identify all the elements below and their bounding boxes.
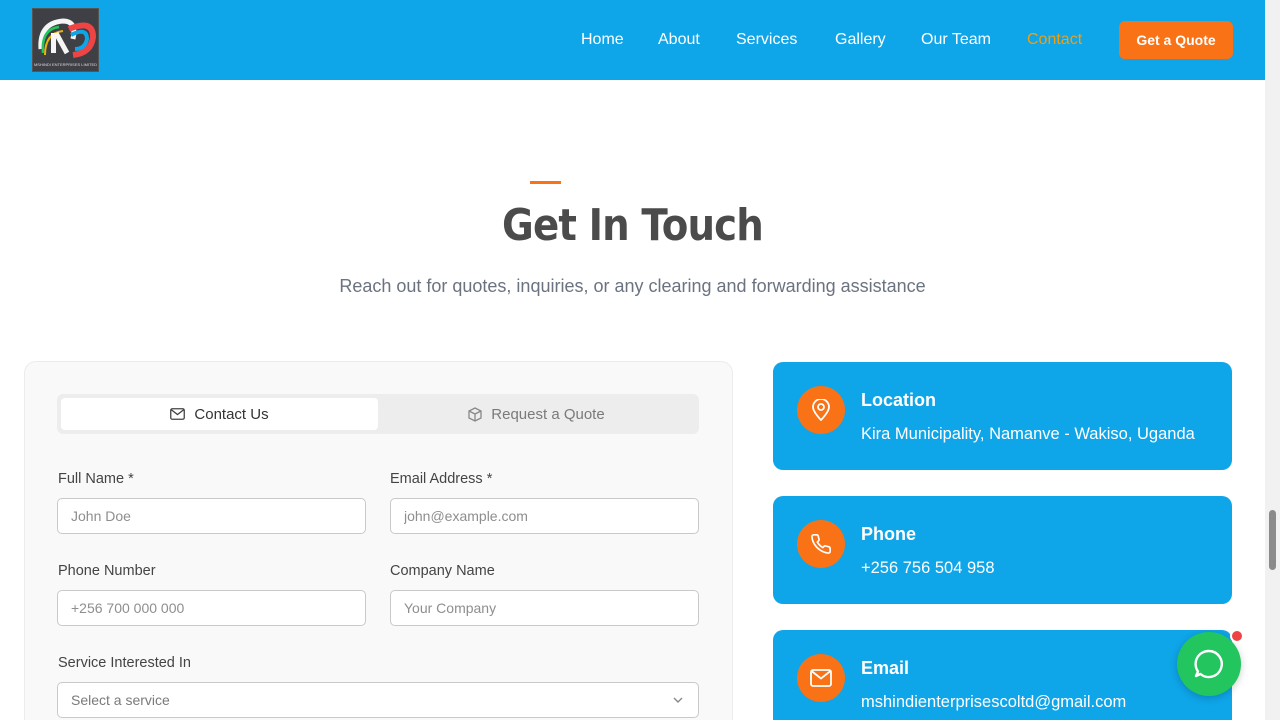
nav-link-contact[interactable]: Contact — [1027, 31, 1082, 49]
location-title: Location — [861, 390, 936, 410]
chat-bubble-icon — [1194, 649, 1223, 679]
logo-caption: MSHINDI ENTERPRISES LIMITED — [33, 62, 98, 67]
email-input[interactable] — [390, 498, 699, 534]
tab-contact-us[interactable]: Contact Us — [61, 398, 378, 430]
email-label: Email Address * — [390, 471, 493, 487]
scrollbar-thumb[interactable] — [1269, 510, 1276, 570]
service-select-value: Select a service — [71, 692, 170, 708]
nav-link-gallery[interactable]: Gallery — [835, 31, 886, 49]
tab-request-quote-label: Request a Quote — [491, 405, 605, 423]
email-icon-circle — [797, 654, 845, 702]
location-icon-circle — [797, 386, 845, 434]
location-card: Location Kira Municipality, Namanve - Wa… — [773, 362, 1232, 470]
nav-home[interactable]: Home — [581, 0, 624, 80]
phone-input[interactable] — [57, 590, 366, 626]
section-subtitle: Reach out for quotes, inquiries, or any … — [339, 276, 926, 296]
email-title: Email — [861, 658, 910, 678]
email-card: Email mshindienterprisescoltd@gmail.com — [773, 630, 1232, 720]
section-title: Get In Touch — [502, 200, 764, 251]
phone-icon-circle — [797, 520, 845, 568]
phone-title: Phone — [861, 524, 917, 544]
company-logo[interactable]: MSHINDI ENTERPRISES LIMITED — [32, 8, 99, 72]
phone-label: Phone Number — [58, 563, 156, 579]
map-pin-icon — [812, 399, 830, 421]
nav-services[interactable]: Services — [736, 0, 797, 80]
whatsapp-chat-button[interactable] — [1177, 632, 1241, 696]
notification-badge — [1230, 629, 1244, 643]
full-name-label: Full Name * — [58, 471, 134, 487]
company-input[interactable] — [390, 590, 699, 626]
nav-link-services[interactable]: Services — [736, 31, 797, 49]
nav-about[interactable]: About — [658, 0, 700, 80]
company-label: Company Name — [390, 563, 495, 579]
location-value: Kira Municipality, Namanve - Wakiso, Uga… — [861, 425, 1195, 443]
form-tabs: Contact Us Request a Quote — [57, 394, 699, 434]
phone-value[interactable]: +256 756 504 958 — [861, 559, 995, 578]
page-scrollbar[interactable] — [1265, 0, 1280, 720]
email-value[interactable]: mshindienterprisescoltd@gmail.com — [861, 693, 1126, 712]
tab-contact-us-label: Contact Us — [194, 405, 269, 423]
nav-contact[interactable]: Contact — [1027, 0, 1082, 80]
service-label: Service Interested In — [58, 655, 191, 671]
phone-icon — [811, 534, 831, 554]
nav-our-team[interactable]: Our Team — [921, 0, 991, 80]
nav-link-about[interactable]: About — [658, 31, 700, 49]
tab-request-quote[interactable]: Request a Quote — [378, 398, 695, 430]
get-quote-button[interactable]: Get a Quote — [1119, 21, 1233, 59]
full-name-input[interactable] — [57, 498, 366, 534]
chevron-down-icon — [673, 697, 683, 703]
nav-gallery[interactable]: Gallery — [835, 0, 886, 80]
service-select[interactable]: Select a service — [57, 682, 699, 718]
mail-icon — [810, 669, 832, 687]
site-header: MSHINDI ENTERPRISES LIMITED Home About S… — [0, 0, 1265, 80]
package-icon — [468, 406, 482, 422]
nav-link-home[interactable]: Home — [581, 31, 624, 49]
title-accent-bar — [530, 181, 561, 184]
phone-card: Phone +256 756 504 958 — [773, 496, 1232, 604]
nav-link-our-team[interactable]: Our Team — [921, 31, 991, 49]
mail-icon — [170, 408, 186, 420]
